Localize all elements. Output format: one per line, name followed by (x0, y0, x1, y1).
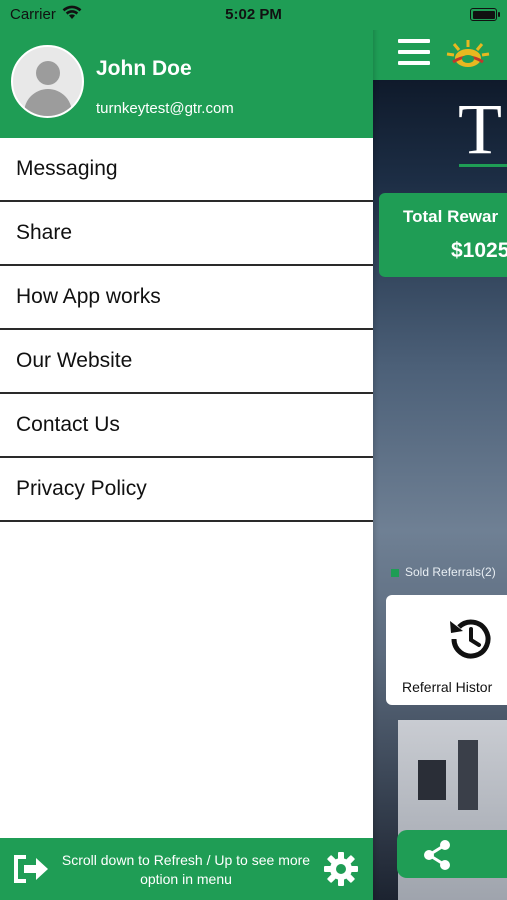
refresh-hint-line2: option in menu (140, 871, 232, 887)
user-name: John Doe (96, 57, 192, 80)
menu-item-share[interactable]: Share (0, 202, 373, 266)
user-email: turnkeytest@gtr.com (96, 100, 234, 117)
menu-item-messaging[interactable]: Messaging (0, 138, 373, 202)
referral-history-card[interactable]: Referral Histor (386, 595, 507, 705)
menu-item-our-website[interactable]: Our Website (0, 330, 373, 394)
legend-label: Sold Referrals(2) (405, 565, 496, 579)
logout-icon[interactable] (12, 853, 50, 885)
app-header (373, 30, 507, 80)
refresh-hint-line1: Scroll down to Refresh / Up to see more (61, 852, 311, 868)
avatar-head (36, 61, 60, 85)
side-drawer: John Doe turnkeytest@gtr.com Messaging S… (0, 0, 373, 900)
hamburger-menu-icon[interactable] (398, 39, 430, 65)
menu-item-contact-us[interactable]: Contact Us (0, 394, 373, 458)
background-photo: T Total Rewar $1025 Sold Referrals(2) Re… (373, 80, 507, 900)
share-button[interactable] (397, 830, 507, 878)
menu-item-privacy-policy[interactable]: Privacy Policy (0, 458, 373, 522)
menu-item-how-app-works[interactable]: How App works (0, 266, 373, 330)
legend-swatch (391, 568, 399, 577)
avatar-body (24, 89, 72, 116)
chart-legend: Sold Referrals(2) (391, 565, 496, 579)
status-bar: Carrier 5:02 PM (0, 0, 507, 30)
rewards-amount: $1025 (451, 239, 507, 262)
drawer-footer: Scroll down to Refresh / Up to see more … (0, 838, 373, 900)
brand-letter: T (458, 89, 502, 169)
gear-icon[interactable] (323, 851, 359, 887)
avatar[interactable] (11, 45, 84, 118)
history-icon (450, 619, 491, 659)
refresh-hint: Scroll down to Refresh / Up to see more … (52, 851, 320, 889)
referral-history-label: Referral Histor (402, 679, 493, 695)
brand-underline (459, 164, 507, 167)
battery-icon (470, 8, 500, 21)
share-icon (424, 840, 450, 870)
sun-logo-icon (446, 40, 490, 67)
rewards-title: Total Rewar (403, 207, 499, 226)
status-time: 5:02 PM (225, 6, 282, 23)
total-rewards-card[interactable]: Total Rewar $1025 (379, 193, 507, 277)
drawer-menu: Messaging Share How App works Our Websit… (0, 138, 373, 522)
